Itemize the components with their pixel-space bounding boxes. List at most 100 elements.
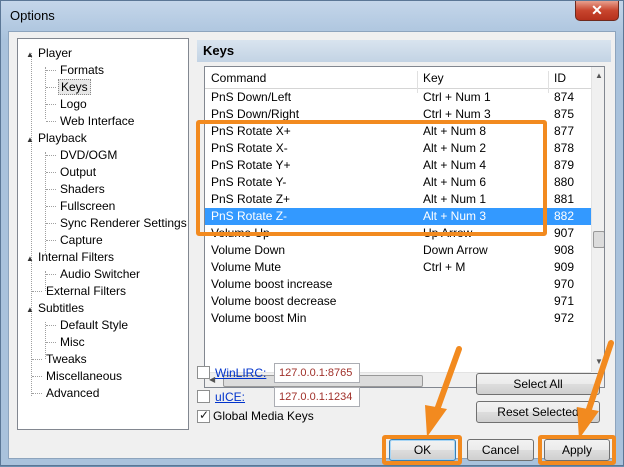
window-title: Options: [10, 8, 55, 23]
id-cell: 908: [554, 243, 575, 257]
winlirc-address-field[interactable]: 127.0.0.1:8765: [274, 363, 360, 383]
tree-item-label: Capture: [60, 233, 103, 247]
scroll-up-icon[interactable]: ▲: [595, 71, 603, 80]
id-cell: 877: [554, 124, 575, 138]
tree-item-default-style[interactable]: Default Style: [58, 317, 130, 334]
tree-item-label: Miscellaneous: [46, 369, 123, 383]
tree-item-shaders[interactable]: Shaders: [58, 181, 107, 198]
id-cell: 881: [554, 192, 575, 206]
tree-item-label: Tweaks: [46, 352, 87, 366]
tree-item-miscellaneous[interactable]: Miscellaneous: [44, 368, 124, 385]
highlight-rotate-rows: [196, 120, 547, 236]
id-cell: 971: [554, 294, 575, 308]
key-cell[interactable]: Ctrl + M: [423, 259, 465, 276]
tree-item-internal-filters[interactable]: ▲ Internal Filters: [26, 249, 116, 266]
tree-item-label: Advanced: [46, 386, 100, 400]
select-all-button[interactable]: Select All: [476, 373, 600, 395]
options-tree: ▲ Player Formats Keys Logo Web Interface …: [17, 38, 189, 430]
collapse-icon[interactable]: ▲: [26, 131, 36, 148]
tree-item-sync-renderer-settings[interactable]: Sync Renderer Settings: [58, 215, 188, 232]
key-cell[interactable]: Ctrl + Num 1: [423, 89, 491, 106]
tree-item-output[interactable]: Output: [58, 164, 98, 181]
tree-item-label: Shaders: [60, 182, 105, 196]
id-cell: 875: [554, 107, 575, 121]
tree-item-external-filters[interactable]: External Filters: [44, 283, 128, 300]
tree-item-label: Output: [60, 165, 97, 179]
tree-item-label: Keys: [58, 79, 91, 95]
command-cell: PnS Down/Left: [211, 90, 292, 104]
tree-item-label: Sync Renderer Settings: [60, 216, 187, 230]
check-icon: ✓: [199, 408, 210, 422]
uice-link[interactable]: uICE:: [215, 390, 245, 404]
tree-item-subtitles[interactable]: ▲ Subtitles: [26, 300, 86, 317]
command-cell: Volume Down: [211, 243, 286, 257]
id-cell: 879: [554, 158, 575, 172]
id-cell: 878: [554, 141, 575, 155]
table-row[interactable]: Volume boost decrease 971: [205, 293, 591, 310]
scroll-down-icon[interactable]: ▼: [595, 357, 603, 366]
vertical-scrollbar[interactable]: ▲ ▼: [591, 67, 604, 372]
dialog-client: ▲ Player Formats Keys Logo Web Interface …: [8, 31, 616, 465]
column-header-key[interactable]: Key: [423, 71, 444, 85]
tree-item-audio-switcher[interactable]: Audio Switcher: [58, 266, 142, 283]
tree-item-label: Logo: [60, 97, 87, 111]
vertical-scroll-thumb[interactable]: [593, 231, 604, 248]
id-cell: 972: [554, 311, 575, 325]
tree-item-misc[interactable]: Misc: [58, 334, 87, 351]
global-media-keys-checkbox[interactable]: ✓: [197, 408, 210, 423]
tree-item-label: Web Interface: [60, 114, 135, 128]
uice-checkbox[interactable]: [197, 390, 210, 403]
uice-address-field[interactable]: 127.0.0.1:1234: [274, 387, 360, 407]
command-cell: Volume boost decrease: [211, 294, 337, 308]
title-bar: Options ✕: [1, 1, 623, 31]
reset-selected-button[interactable]: Reset Selected: [476, 401, 600, 423]
tree-item-label: Audio Switcher: [60, 267, 141, 281]
column-header-command[interactable]: Command: [211, 71, 266, 85]
tree-item-player[interactable]: ▲ Player: [26, 45, 74, 62]
tree-item-label: Internal Filters: [38, 250, 115, 264]
command-cell: Volume boost increase: [211, 277, 333, 291]
table-row[interactable]: Volume Mute Ctrl + M 909: [205, 259, 591, 276]
table-row[interactable]: PnS Down/Left Ctrl + Num 1 874: [205, 89, 591, 106]
winlirc-link[interactable]: WinLIRC:: [215, 366, 266, 380]
page-title: Keys: [197, 40, 611, 62]
collapse-icon[interactable]: ▲: [26, 46, 36, 63]
tree-item-playback[interactable]: ▲ Playback: [26, 130, 89, 147]
id-cell: 909: [554, 260, 575, 274]
table-row[interactable]: Volume boost increase 970: [205, 276, 591, 293]
id-cell: 874: [554, 90, 575, 104]
table-row[interactable]: Volume boost Min 972: [205, 310, 591, 327]
tree-item-formats[interactable]: Formats: [58, 62, 106, 79]
id-cell: 880: [554, 175, 575, 189]
close-icon: ✕: [591, 2, 603, 18]
table-header: Command Key ID: [205, 67, 591, 93]
tree-item-label: Fullscreen: [60, 199, 116, 213]
tree-item-dvd-ogm[interactable]: DVD/OGM: [58, 147, 119, 164]
tree-item-label: Misc: [60, 335, 85, 349]
tree-item-label: DVD/OGM: [60, 148, 118, 162]
id-cell: 882: [554, 209, 575, 223]
tree-item-web-interface[interactable]: Web Interface: [58, 113, 136, 130]
collapse-icon[interactable]: ▲: [26, 301, 36, 318]
ok-button[interactable]: OK: [389, 439, 456, 461]
collapse-icon[interactable]: ▲: [26, 250, 36, 267]
tree-item-label: Formats: [60, 63, 105, 77]
options-window: Options ✕ ▲ Player Formats Keys Logo Web…: [0, 0, 624, 466]
tree-item-logo[interactable]: Logo: [58, 96, 89, 113]
winlirc-checkbox[interactable]: [197, 366, 210, 379]
table-row[interactable]: Volume Down Down Arrow 908: [205, 242, 591, 259]
tree-item-capture[interactable]: Capture: [58, 232, 105, 249]
close-button[interactable]: ✕: [575, 1, 619, 21]
tree-item-keys[interactable]: Keys: [58, 79, 91, 96]
column-header-id[interactable]: ID: [554, 71, 566, 85]
id-cell: 907: [554, 226, 575, 240]
apply-button[interactable]: Apply: [544, 439, 610, 461]
tree-item-label: Default Style: [60, 318, 129, 332]
cancel-button[interactable]: Cancel: [467, 439, 534, 461]
tree-item-fullscreen[interactable]: Fullscreen: [58, 198, 117, 215]
tree-item-advanced[interactable]: Advanced: [44, 385, 101, 402]
id-cell: 970: [554, 277, 575, 291]
key-cell[interactable]: Down Arrow: [423, 242, 488, 259]
global-media-keys-label[interactable]: Global Media Keys: [213, 409, 314, 423]
tree-item-tweaks[interactable]: Tweaks: [44, 351, 89, 368]
